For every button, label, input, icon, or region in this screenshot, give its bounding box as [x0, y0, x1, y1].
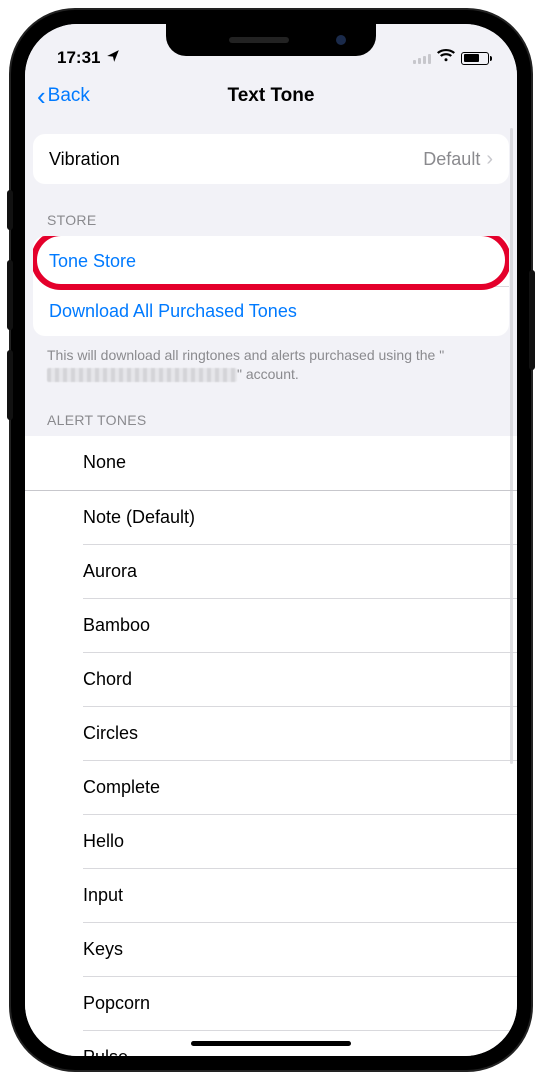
battery-icon [461, 52, 489, 65]
alert-tones-header: ALERT TONES [25, 384, 517, 436]
tone-label: Input [83, 885, 123, 906]
home-indicator[interactable] [191, 1041, 351, 1046]
notch [166, 24, 376, 56]
location-arrow-icon [106, 48, 120, 68]
tone-label: Aurora [83, 561, 137, 582]
tone-label: Pulse [83, 1047, 128, 1056]
tone-label: Bamboo [83, 615, 150, 636]
chevron-left-icon: ‹ [37, 83, 46, 109]
tone-row-hello[interactable]: Hello [25, 814, 517, 868]
tone-row-chord[interactable]: Chord [25, 652, 517, 706]
page-title: Text Tone [228, 85, 315, 107]
tone-row-note[interactable]: Note (Default) [25, 490, 517, 544]
wifi-icon [437, 48, 455, 68]
store-footer-prefix: This will download all ringtones and ale… [47, 347, 444, 363]
tone-label: Note (Default) [83, 507, 195, 528]
tone-label: None [83, 452, 126, 473]
store-section: Tone Store Download All Purchased Tones [33, 236, 509, 336]
tone-label: Popcorn [83, 993, 150, 1014]
redacted-account [47, 368, 237, 382]
front-camera [336, 35, 346, 45]
tone-label: Chord [83, 669, 132, 690]
tone-row-bamboo[interactable]: Bamboo [25, 598, 517, 652]
phone-frame: 17:31 ‹ Back Text Tone [11, 10, 531, 1070]
tone-row-input[interactable]: Input [25, 868, 517, 922]
volume-down-button [7, 350, 13, 420]
tone-row-none[interactable]: None [25, 436, 517, 490]
tone-store-row[interactable]: Tone Store [33, 236, 509, 286]
tone-label: Hello [83, 831, 124, 852]
alert-tones-list: None Note (Default) Aurora Bamboo Chord … [25, 436, 517, 1056]
vibration-label: Vibration [49, 149, 423, 170]
tone-row-aurora[interactable]: Aurora [25, 544, 517, 598]
download-all-row[interactable]: Download All Purchased Tones [33, 286, 509, 336]
vibration-value: Default [423, 149, 480, 170]
tone-label: Keys [83, 939, 123, 960]
tone-row-keys[interactable]: Keys [25, 922, 517, 976]
vibration-section: Vibration Default › [33, 134, 509, 184]
status-time: 17:31 [57, 48, 100, 68]
store-header: STORE [25, 184, 517, 236]
store-footer-note: This will download all ringtones and ale… [25, 336, 517, 384]
volume-up-button [7, 260, 13, 330]
tone-label: Complete [83, 777, 160, 798]
tone-row-popcorn[interactable]: Popcorn [25, 976, 517, 1030]
chevron-right-icon: › [486, 148, 493, 171]
speaker-grille [229, 37, 289, 43]
tone-store-label: Tone Store [49, 251, 493, 272]
screen: 17:31 ‹ Back Text Tone [25, 24, 517, 1056]
tone-row-circles[interactable]: Circles [25, 706, 517, 760]
content-scroll[interactable]: Vibration Default › STORE Tone Store Dow… [25, 120, 517, 1056]
store-footer-suffix: " account. [237, 366, 299, 382]
side-button [529, 270, 535, 370]
nav-bar: ‹ Back Text Tone [25, 72, 517, 120]
back-button[interactable]: ‹ Back [37, 72, 90, 119]
tone-label: Circles [83, 723, 138, 744]
download-all-label: Download All Purchased Tones [49, 301, 493, 322]
cell-signal-icon [413, 52, 431, 64]
back-label: Back [48, 85, 90, 107]
vibration-row[interactable]: Vibration Default › [33, 134, 509, 184]
mute-switch [7, 190, 13, 230]
tone-row-complete[interactable]: Complete [25, 760, 517, 814]
